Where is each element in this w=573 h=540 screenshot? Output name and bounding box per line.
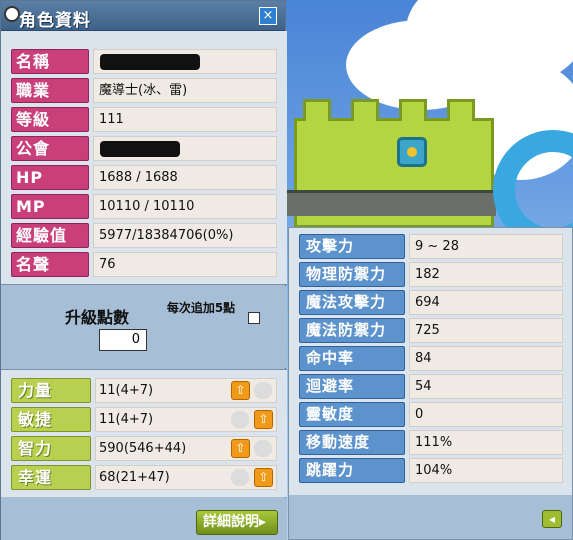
stat-label: 智力 (11, 436, 91, 461)
detail-label: 跳躍力 (299, 458, 405, 483)
detail-label: 魔法攻擊力 (299, 290, 405, 315)
detail-row-jump: 跳躍力 104% (299, 458, 563, 483)
detail-label: 移動速度 (299, 430, 405, 455)
profile-value: 76 (93, 252, 277, 277)
close-button[interactable]: × (259, 7, 277, 25)
profile-value: 魔導士(冰、雷) (93, 78, 277, 103)
detail-value: 84 (409, 346, 563, 371)
detail-value: 9 ~ 28 (409, 234, 563, 259)
stat-label: 敏捷 (11, 407, 91, 432)
profile-row-guild: 公會 (11, 136, 277, 161)
dex-up-button[interactable]: ⇧ (254, 410, 273, 429)
window-titlebar[interactable]: 角色資料 × (1, 1, 285, 31)
ability-point-section: 升級點數 0 每次追加5點 (1, 286, 287, 368)
profile-row-fame: 名聲 76 (11, 252, 277, 277)
stat-row-int: 智力 590(546+44) ⇧ (11, 436, 277, 461)
stat-row-dex: 敏捷 11(4+7) ⇧ (11, 407, 277, 432)
profile-label: 名稱 (11, 49, 89, 74)
detail-label: 命中率 (299, 346, 405, 371)
add-five-checkbox[interactable] (248, 312, 260, 324)
profile-value: 1688 / 1688 (93, 165, 277, 190)
profile-row-hp: HP 1688 / 1688 (11, 165, 277, 190)
dex-slot (231, 411, 249, 428)
profile-label: 等級 (11, 107, 89, 132)
luk-slot (231, 469, 249, 486)
back-arrow-icon[interactable]: ◂ (542, 510, 562, 528)
profile-value: 5977/18384706(0%) (93, 223, 277, 248)
profile-label: 經驗值 (11, 223, 89, 248)
profile-value (93, 136, 277, 161)
stat-value: 11(4+7) (95, 407, 277, 432)
detail-row-magic-def: 魔法防禦力 725 (299, 318, 563, 343)
character-icon (4, 6, 20, 22)
detail-row-avoid: 迴避率 54 (299, 374, 563, 399)
detail-row-attack: 攻擊力 9 ~ 28 (299, 234, 563, 259)
stats-section: 力量 11(4+7) ⇧ 敏捷 11(4+7) ⇧ 智力 590(546+44)… (1, 369, 287, 497)
stat-label: 幸運 (11, 465, 91, 490)
detail-label: 靈敏度 (299, 402, 405, 427)
detail-value: 694 (409, 290, 563, 315)
luk-up-button[interactable]: ⇧ (254, 468, 273, 487)
stat-value: 68(21+47) (95, 465, 277, 490)
detail-footer: ◂ (289, 495, 572, 539)
profile-row-exp: 經驗值 5977/18384706(0%) (11, 223, 277, 248)
profile-value (93, 49, 277, 74)
profile-label: 名聲 (11, 252, 89, 277)
str-up-button[interactable]: ⇧ (231, 381, 250, 400)
profile-row-level: 等級 111 (11, 107, 277, 132)
detailed-stats-window: 攻擊力 9 ~ 28 物理防禦力 182 魔法攻擊力 694 魔法防禦力 725… (288, 227, 573, 540)
panel-footer: 詳細說明▸ (1, 498, 287, 540)
character-info-window: 角色資料 × 名稱 職業 魔導士(冰、雷) 等級 111 公會 HP 1688 … (0, 0, 287, 540)
detail-label: 魔法防禦力 (299, 318, 405, 343)
detail-label: 物理防禦力 (299, 262, 405, 287)
stat-label: 力量 (11, 378, 91, 403)
detail-row-phys-def: 物理防禦力 182 (299, 262, 563, 287)
castle-base (286, 190, 496, 216)
detail-value: 111% (409, 430, 563, 455)
add-five-label: 每次追加5點 (166, 301, 236, 315)
window-title: 角色資料 (19, 11, 91, 31)
ability-points-label: 升級點數 (65, 308, 130, 327)
ability-points-field: 0 (99, 329, 147, 351)
int-slot (254, 440, 272, 457)
detail-label: 迴避率 (299, 374, 405, 399)
detail-row-hands: 靈敏度 0 (299, 402, 563, 427)
detail-row-speed: 移動速度 111% (299, 430, 563, 455)
detail-row-magic-atk: 魔法攻擊力 694 (299, 290, 563, 315)
detail-value: 54 (409, 374, 563, 399)
profile-value: 10110 / 10110 (93, 194, 277, 219)
detail-value: 182 (409, 262, 563, 287)
detail-label: 攻擊力 (299, 234, 405, 259)
profile-label: 公會 (11, 136, 89, 161)
profile-label: HP (11, 165, 89, 190)
profile-label: 職業 (11, 78, 89, 103)
detail-value: 104% (409, 458, 563, 483)
profile-section: 名稱 職業 魔導士(冰、雷) 等級 111 公會 HP 1688 / 1688 … (1, 31, 287, 285)
detail-row-accuracy: 命中率 84 (299, 346, 563, 371)
stat-row-luk: 幸運 68(21+47) ⇧ (11, 465, 277, 490)
redacted-guild (100, 141, 180, 157)
detail-value: 725 (409, 318, 563, 343)
profile-label: MP (11, 194, 89, 219)
redacted-name (100, 54, 200, 70)
detail-value: 0 (409, 402, 563, 427)
stat-row-str: 力量 11(4+7) ⇧ (11, 378, 277, 403)
profile-row-job: 職業 魔導士(冰、雷) (11, 78, 277, 103)
str-slot (254, 382, 272, 399)
profile-row-name: 名稱 (11, 49, 277, 74)
profile-row-mp: MP 10110 / 10110 (11, 194, 277, 219)
int-up-button[interactable]: ⇧ (231, 439, 250, 458)
profile-value: 111 (93, 107, 277, 132)
detail-button[interactable]: 詳細說明▸ (196, 510, 278, 535)
castle-emblem-icon (397, 137, 427, 167)
